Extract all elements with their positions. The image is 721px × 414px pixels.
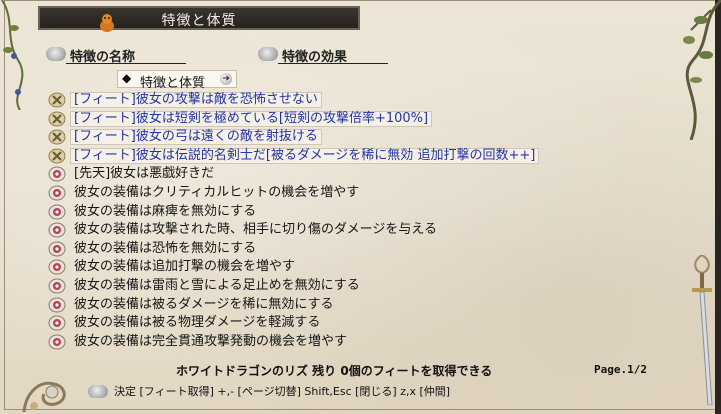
trait-icon [48, 204, 66, 220]
trait-window: 特徴と体質 特徴の名称 特徴の効果 ◆ 特徴と体質 ➜ [フィート]彼女の攻撃は… [0, 0, 721, 414]
category-label: 特徴と体質 [140, 76, 206, 91]
trait-icon [48, 222, 66, 238]
row-text: 彼女の装備はクリティカルヒットの機会を増やす [74, 184, 360, 200]
trait-row[interactable]: 彼女の装備は被るダメージを稀に無効にする [48, 296, 648, 315]
trait-icon [48, 241, 66, 257]
category-selector[interactable]: ◆ 特徴と体質 ➜ [117, 70, 237, 91]
trait-row[interactable]: 彼女の装備はクリティカルヒットの機会を増やす [48, 184, 648, 203]
trait-icon [48, 315, 66, 331]
feat-icon [48, 92, 66, 108]
trait-icon [48, 185, 66, 201]
row-text: [フィート]彼女は短剣を極めている[短剣の攻撃倍率+100%] [74, 110, 429, 126]
help-bar: 決定 [フィート取得] +,- [ページ切替] Shift,Esc [閉じる] … [88, 383, 450, 399]
vine-right-decoration [683, 0, 721, 140]
row-text: [フィート]彼女の弓は遠くの敵を射抜ける [74, 129, 318, 145]
trait-list: [フィート]彼女の攻撃は敵を恐怖させない [フィート]彼女は短剣を極めている[短剣… [48, 91, 648, 351]
trait-row[interactable]: 彼女の装備は雷雨と雪による足止めを無効にする [48, 277, 648, 296]
trait-row[interactable]: 彼女の装備は完全貫通攻撃発動の機会を増やす [48, 333, 648, 352]
feat-row[interactable]: [フィート]彼女は短剣を極めている[短剣の攻撃倍率+100%] [48, 110, 648, 129]
feat-remaining-message: ホワイトドラゴンのリズ 残り 0個のフィートを取得できる [176, 364, 493, 378]
trait-icon [48, 334, 66, 350]
column-button-icon [46, 47, 66, 61]
header-underline [66, 63, 186, 64]
trait-row[interactable]: 彼女の装備は追加打撃の機会を増やす [48, 258, 648, 277]
row-text: 彼女の装備は追加打撃の機会を増やす [74, 259, 296, 275]
trait-row[interactable]: 彼女の装備は被る物理ダメージを軽減する [48, 314, 648, 333]
header-underline [278, 63, 388, 64]
trait-icon [48, 166, 66, 182]
trait-icon [48, 297, 66, 313]
trait-row[interactable]: 彼女の装備は攻撃された時、相手に切り傷のダメージを与える [48, 221, 648, 240]
row-text: 彼女の装備は完全貫通攻撃発動の機会を増やす [74, 333, 348, 349]
arrow-icon: ➜ [220, 73, 232, 85]
sword-decoration [692, 255, 713, 405]
feat-row[interactable]: [フィート]彼女は伝説的名剣士だ[被るダメージを稀に無効 追加打撃の回数++] [48, 147, 648, 166]
row-text: [フィート]彼女は伝説的名剣士だ[被るダメージを稀に無効 追加打撃の回数++] [74, 147, 536, 163]
trait-row[interactable]: [先天]彼女は悪戯好きだ [48, 165, 648, 184]
confirm-button-icon [88, 384, 108, 398]
dragon-decoration [22, 381, 66, 413]
row-text: 彼女の装備は雷雨と雪による足止めを無効にする [74, 277, 360, 293]
vine-left-decoration [1, 0, 24, 110]
diamond-icon: ◆ [122, 71, 132, 85]
row-text: 彼女の装備は麻痺を無効にする [74, 203, 257, 219]
row-text: [先天]彼女は悪戯好きだ [74, 166, 215, 182]
feat-row[interactable]: [フィート]彼女の攻撃は敵を恐怖させない [48, 91, 648, 110]
help-text: 決定 [フィート取得] +,- [ページ切替] Shift,Esc [閉じる] … [114, 385, 451, 398]
row-text: 彼女の装備は攻撃された時、相手に切り傷のダメージを与える [74, 222, 437, 238]
row-text: 彼女の装備は被る物理ダメージを軽減する [74, 315, 321, 331]
column-button-icon [258, 47, 278, 61]
trait-row[interactable]: 彼女の装備は麻痺を無効にする [48, 203, 648, 222]
page-indicator: Page.1/2 [594, 363, 647, 376]
row-text: 彼女の装備は恐怖を無効にする [74, 240, 257, 256]
feat-icon [48, 111, 66, 127]
feat-icon [48, 148, 66, 164]
trait-icon [48, 278, 66, 294]
feat-row[interactable]: [フィート]彼女の弓は遠くの敵を射抜ける [48, 128, 648, 147]
window-title: 特徴と体質 [161, 13, 237, 29]
title-bar: 特徴と体質 [38, 6, 360, 32]
trait-row[interactable]: 彼女の装備は恐怖を無効にする [48, 240, 648, 259]
row-text: 彼女の装備は被るダメージを稀に無効にする [74, 296, 334, 312]
trait-icon [48, 259, 66, 275]
feat-icon [48, 129, 66, 145]
row-text: [フィート]彼女の攻撃は敵を恐怖させない [74, 92, 318, 107]
